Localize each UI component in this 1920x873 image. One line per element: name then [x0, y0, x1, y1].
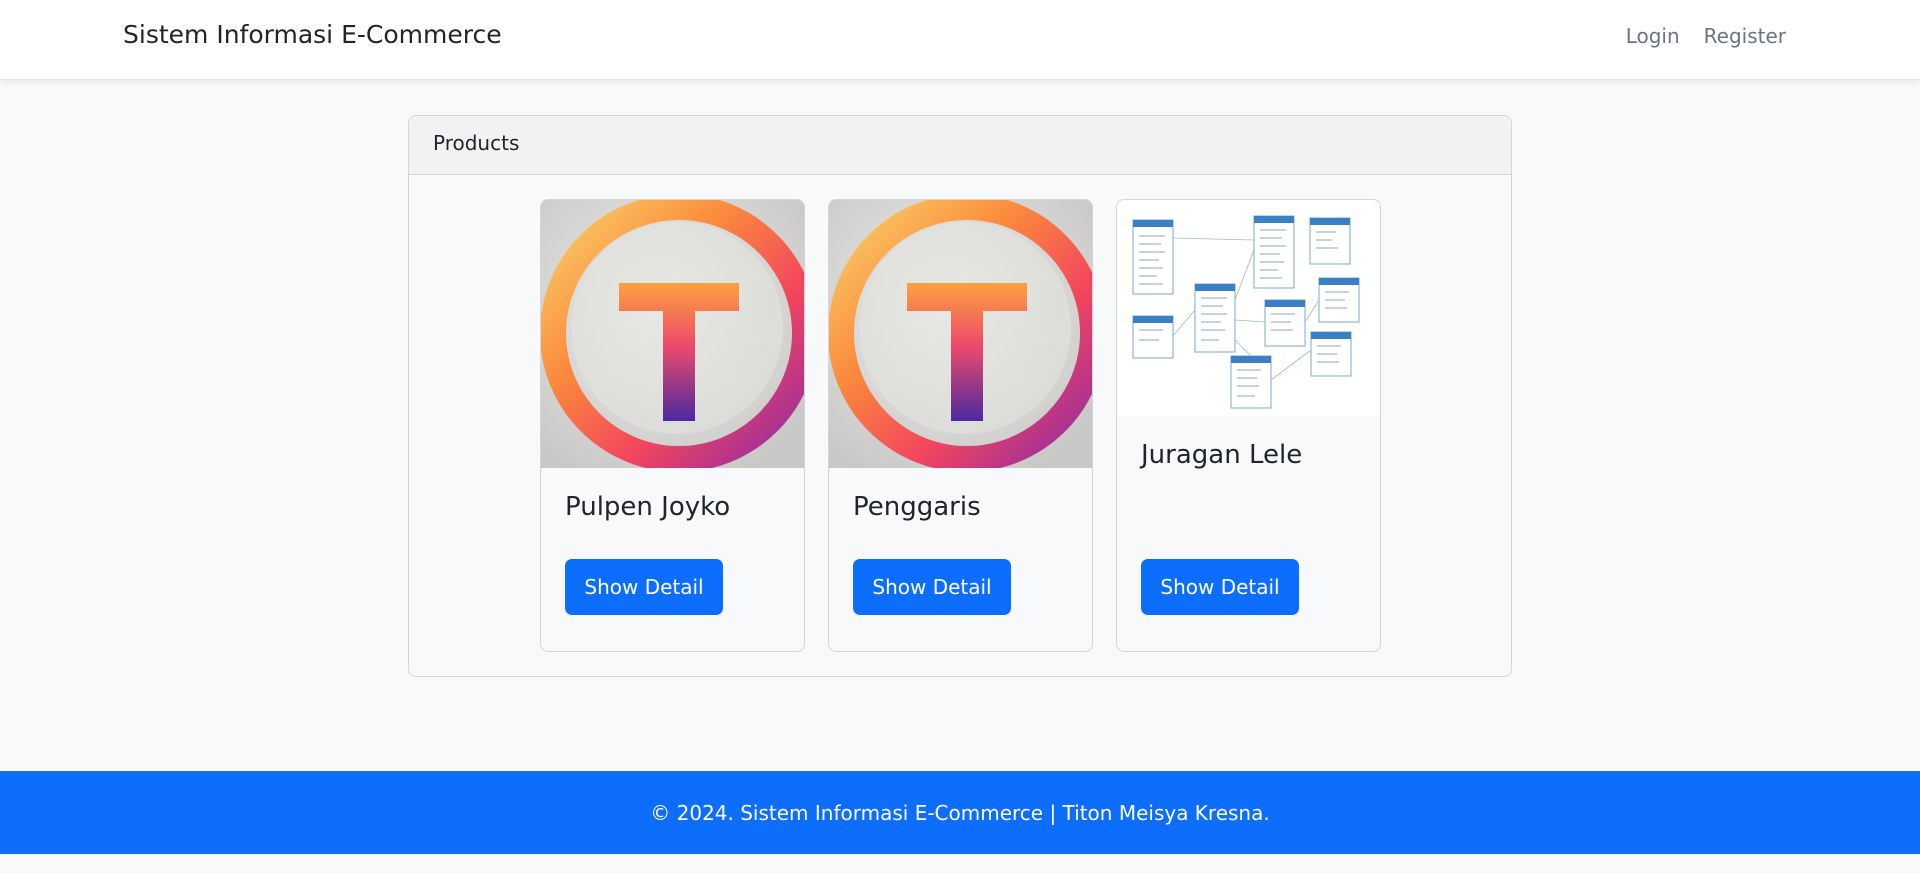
navbar: Sistem Informasi E-Commerce Login Regist… [0, 0, 1920, 79]
products-card-header: Products [409, 116, 1511, 175]
product-title: Pulpen Joyko [565, 492, 731, 522]
footer-text: © 2024. Sistem Informasi E-Commerce | Ti… [650, 800, 1270, 825]
footer: © 2024. Sistem Informasi E-Commerce | Ti… [0, 771, 1920, 854]
register-link[interactable]: Register [1704, 24, 1786, 48]
login-link[interactable]: Login [1626, 24, 1680, 48]
product-title: Juragan Lele [1141, 440, 1303, 470]
products-card: Products Pulpen Joyko Show Detail Pengga… [408, 115, 1512, 677]
show-detail-button[interactable]: Show Detail [565, 559, 723, 615]
t-logo-image [829, 200, 1092, 468]
erd-diagram-image [1117, 200, 1380, 416]
product-card-juragan-lele: Juragan Lele Show Detail [1116, 199, 1381, 652]
product-card-pulpen-joyko: Pulpen Joyko Show Detail [540, 199, 805, 652]
t-logo-image [541, 200, 804, 468]
navbar-links: Login Register [1626, 24, 1786, 48]
navbar-brand[interactable]: Sistem Informasi E-Commerce [123, 20, 502, 49]
product-card-penggaris: Penggaris Show Detail [828, 199, 1093, 652]
show-detail-button[interactable]: Show Detail [853, 559, 1011, 615]
product-title: Penggaris [853, 492, 981, 522]
show-detail-button[interactable]: Show Detail [1141, 559, 1299, 615]
